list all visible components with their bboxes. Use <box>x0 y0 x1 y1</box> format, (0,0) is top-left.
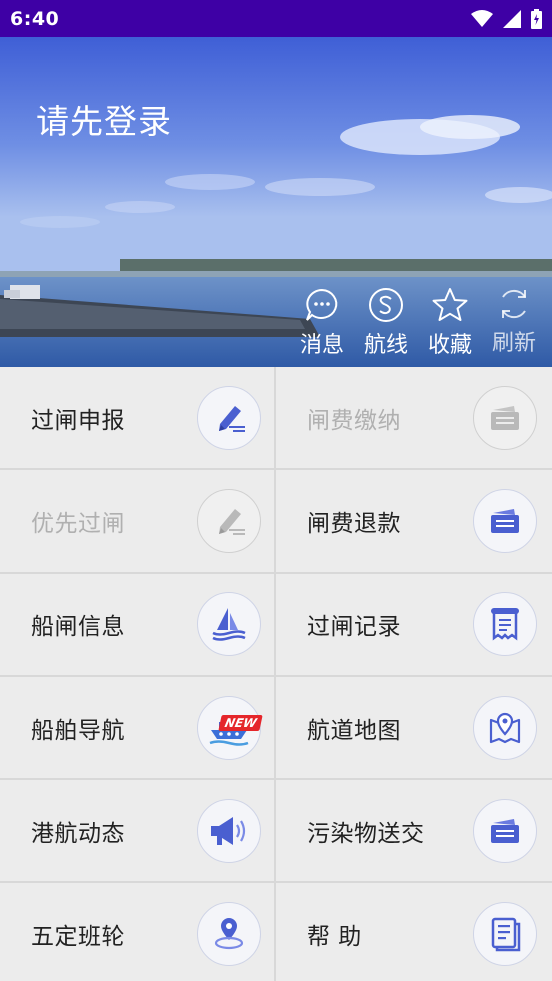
routes-label: 航线 <box>363 333 408 358</box>
icon-circle <box>473 592 537 657</box>
new-badge: NEW <box>218 714 264 731</box>
wifi-icon <box>471 9 493 27</box>
menu-item-label: 航道地图 <box>307 717 401 744</box>
icon-circle <box>473 695 537 760</box>
menu-item-label: 闸费退款 <box>307 510 401 537</box>
receipt-scroll-icon <box>491 608 519 641</box>
menu-item-lock-info[interactable]: 船闸信息 <box>0 573 276 677</box>
route-s-icon <box>369 288 403 322</box>
messages-button[interactable]: 消息 <box>292 287 352 358</box>
refresh-icon <box>502 290 526 318</box>
header-actions: 消息 航线 收藏 刷新 <box>292 287 544 358</box>
header-banner: 请先登录 消息 航线 收藏 刷新 <box>0 37 552 367</box>
map-pin-icon <box>489 712 521 743</box>
favorites-button[interactable]: 收藏 <box>420 287 480 358</box>
icon-circle <box>197 385 261 450</box>
icon-circle <box>197 592 261 657</box>
icon-circle <box>197 488 261 553</box>
card-wallet-icon <box>491 405 519 430</box>
messages-label: 消息 <box>299 333 344 358</box>
icon-circle <box>473 902 537 967</box>
menu-item-scheduled-liner[interactable]: 五定班轮 <box>0 883 276 981</box>
menu-item-help[interactable]: 帮 助 <box>276 883 552 981</box>
menu-item-passage-records[interactable]: 过闸记录 <box>276 573 552 677</box>
menu-item-port-news[interactable]: 港航动态 <box>0 780 276 884</box>
menu-item-label: 优先过闸 <box>31 510 125 537</box>
card-wallet-icon <box>491 508 519 533</box>
icon-circle <box>473 798 537 863</box>
edit-pen-icon <box>219 508 245 535</box>
menu-item-label: 污染物送交 <box>307 820 425 847</box>
sailboat-icon <box>212 608 246 641</box>
status-bar: 6:40 <box>0 0 552 37</box>
menu-item-lock-fee-payment[interactable]: 闸费缴纳 <box>276 367 552 471</box>
icon-circle <box>473 488 537 553</box>
status-time: 6:40 <box>10 7 60 30</box>
icon-circle <box>197 798 261 863</box>
menu-item-label: 闸费缴纳 <box>307 407 401 434</box>
signal-icon <box>503 9 521 28</box>
card-wallet-icon <box>491 818 519 843</box>
menu-item-priority-passage[interactable]: 优先过闸 <box>0 470 276 574</box>
menu-item-label: 过闸记录 <box>307 614 401 641</box>
menu-item-label: 五定班轮 <box>31 924 125 951</box>
menu-item-lock-fee-refund[interactable]: 闸费退款 <box>276 470 552 574</box>
menu-item-label: 过闸申报 <box>31 407 125 434</box>
icon-circle <box>197 902 261 967</box>
menu-item-label: 帮 助 <box>307 924 362 951</box>
icon-circle <box>473 385 537 450</box>
menu-item-label: 船闸信息 <box>31 614 125 641</box>
login-prompt[interactable]: 请先登录 <box>36 95 172 143</box>
menu-item-label: 船舶导航 <box>31 717 125 744</box>
menu-item-lock-declaration[interactable]: 过闸申报 <box>0 367 276 471</box>
status-icons <box>471 8 542 29</box>
star-icon <box>432 288 468 321</box>
menu-item-label: 港航动态 <box>31 820 125 847</box>
chat-bubble-icon <box>306 288 338 321</box>
location-pin-icon <box>214 918 244 950</box>
refresh-label: 刷新 <box>491 331 536 356</box>
routes-button[interactable]: 航线 <box>356 287 416 358</box>
document-list-icon <box>491 917 521 952</box>
refresh-button[interactable]: 刷新 <box>484 287 544 357</box>
battery-icon <box>531 8 542 29</box>
menu-item-channel-map[interactable]: 航道地图 <box>276 676 552 781</box>
menu-item-pollutant-delivery[interactable]: 污染物送交 <box>276 780 552 884</box>
edit-pen-icon <box>219 405 245 432</box>
function-grid: 过闸申报 闸费缴纳 优先过闸 闸费退款 船闸信息 过闸记录 船舶导航 NEW 航… <box>0 367 552 981</box>
menu-item-ship-navigation[interactable]: 船舶导航 NEW <box>0 676 276 781</box>
megaphone-icon <box>211 816 246 845</box>
favorites-label: 收藏 <box>427 333 472 358</box>
